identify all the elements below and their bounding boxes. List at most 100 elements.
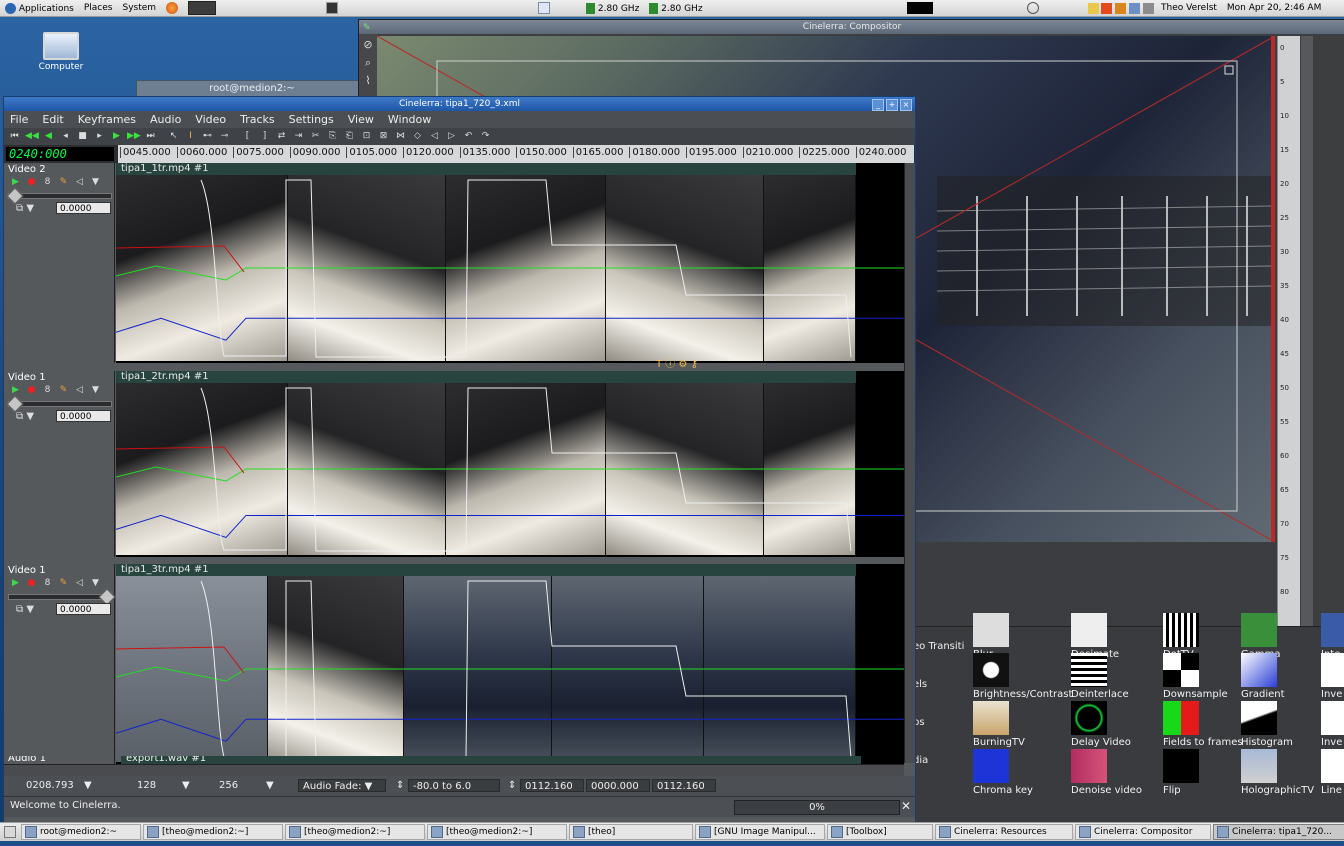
curve-range-stepper-icon[interactable]: ⇕ [396,779,404,793]
play-icon[interactable]: ▶ [110,130,123,143]
fast-forward-icon[interactable]: ▶▶ [127,130,141,143]
fade-slider-knob[interactable] [6,395,24,413]
places-menu[interactable]: Places [79,3,118,13]
minimize-button[interactable]: _ [872,99,884,111]
expand-icon[interactable]: ◁ [73,578,86,589]
track-name[interactable]: Video 2 [8,164,46,175]
compositor-scrollbar[interactable] [1301,36,1313,626]
zoom-icon[interactable]: ⌕ [361,56,375,70]
taskbar-button[interactable]: Cinelerra: tipa1_720... [1213,824,1344,840]
next-label-icon[interactable]: ▷ [445,130,458,143]
reverse-play-icon[interactable]: ◀ [42,130,55,143]
overwrite-icon[interactable]: ⇥ [292,130,305,143]
overlay-mode-icon[interactable]: ⧉ ▼ [16,411,34,422]
applications-menu[interactable]: Applications [0,2,79,14]
effect-item[interactable]: Deinterlace [1071,653,1167,701]
cut-icon[interactable]: ✂ [309,130,322,143]
curve-type-select[interactable]: Audio Fade: ▼ [298,779,386,792]
sample-zoom-value[interactable]: 0208.793 [26,779,74,793]
redo-icon[interactable]: ↷ [479,130,492,143]
volume-icon[interactable] [1143,2,1155,14]
camera-x-curve[interactable] [116,466,904,482]
audio-track[interactable]: Audio 1 export1.wav #1 [4,756,904,764]
effect-item[interactable]: Denoise video [1071,749,1167,797]
label-icon[interactable]: ⊸ [218,130,231,143]
overlay-mode-icon[interactable]: ⧉ ▼ [16,604,34,615]
effect-item[interactable]: Inve [1321,653,1344,701]
play-track-icon[interactable]: ▶ [9,578,22,589]
update-star-icon[interactable] [1101,2,1113,14]
time-ruler[interactable]: 0045.000 0060.000 0075.000 0090.000 0105.000… [118,145,914,163]
compositor-zoom-ruler[interactable]: 0 5 10 15 20 25 30 35 40 45 50 55 60 65 70 75 80 [1277,36,1300,626]
key-icon[interactable]: ⚷ [691,359,698,370]
video-track[interactable]: tipa1_1tr.mp4 #1 [116,163,904,363]
menu-edit[interactable]: Edit [36,113,71,126]
fast-reverse-icon[interactable]: ◀◀ [25,130,39,143]
track-menu-icon[interactable]: ▼ [89,385,102,396]
draw-icon[interactable]: ✎ [57,385,70,396]
firefox-launcher[interactable] [161,2,183,14]
gang-icon[interactable]: 8 [41,385,54,396]
curve-range[interactable]: -80.0 to 6.0 [408,779,500,792]
undo-icon[interactable]: ↶ [462,130,475,143]
tracks-horizontal-scrollbar[interactable] [4,764,904,776]
projector-curve[interactable] [116,446,245,474]
prev-label-icon[interactable]: ◁ [428,130,441,143]
resources-window[interactable]: eo Transiti els ps dia BlurDecimateDotTV… [913,613,1344,823]
video-track[interactable]: tipa1_2tr.mp4 #1 [116,371,904,557]
cinelerra-main-window[interactable]: Cinelerra: tipa1_720_9.xml _ + × File Edi… [3,96,916,824]
edit-title[interactable]: tipa1_1tr.mp4 #1 [116,163,856,175]
track-zoom-value[interactable]: 256 [219,779,238,793]
taskbar-button[interactable]: [GNU Image Manipul... [695,824,825,840]
paste-keyframes-icon[interactable]: ⊡ [360,130,373,143]
frame-handle[interactable] [1224,65,1234,75]
edit-icon[interactable] [1087,2,1099,14]
fade-slider[interactable] [6,395,112,413]
mask-icon[interactable]: ⌇ [361,74,375,88]
camera-y-curve[interactable] [116,718,904,742]
settings-icon[interactable] [1115,2,1127,14]
menu-window[interactable]: Window [382,113,439,126]
selection-end[interactable]: 0112.160 [652,779,716,792]
audio-edit-title[interactable]: export1.wav #1 [121,756,861,764]
play-track-icon[interactable]: ▶ [9,177,22,188]
camera-y-curve[interactable] [116,317,904,341]
effect-item[interactable]: Brightness/Contrast [973,653,1072,701]
network-icon[interactable] [1129,2,1141,14]
sample-zoom-arrow-icon[interactable]: ▼ [84,779,92,793]
track-zoom-arrow-icon[interactable]: ▼ [266,779,274,793]
track-menu-icon[interactable]: ▼ [89,578,102,589]
effect-item[interactable]: Inve [1321,701,1344,749]
menu-settings[interactable]: Settings [283,113,342,126]
clear-keyframes-icon[interactable]: ⊠ [377,130,390,143]
arrow-tool-icon[interactable]: ↖ [167,130,180,143]
track-name[interactable]: Video 1 [8,372,46,383]
effect-item[interactable]: Chroma key [973,749,1069,797]
fade-slider-knob[interactable] [6,187,24,205]
video-track[interactable]: tipa1_3tr.mp4 #1 [116,564,904,764]
camera-x-curve[interactable] [116,666,904,682]
power-button[interactable] [1022,2,1044,14]
out-point-icon[interactable]: ] [258,130,271,143]
menu-audio[interactable]: Audio [144,113,189,126]
taskbar-button[interactable]: Cinelerra: Compositor [1075,824,1211,840]
frame-forward-icon[interactable]: ▸ [93,130,106,143]
taskbar-button[interactable]: Cinelerra: Resources [935,824,1073,840]
selection-stepper-icon[interactable]: ⇕ [508,779,516,793]
taskbar-button[interactable]: root@medion2:~ [21,824,141,840]
transition-icon[interactable]: ⋈ [394,130,407,143]
draw-icon[interactable]: ✎ [57,177,70,188]
camera-y-curve[interactable] [116,514,904,539]
expand-icon[interactable]: ◁ [73,177,86,188]
overlay-mode-icon[interactable]: ⧉ ▼ [16,203,34,214]
computer-desktop-icon[interactable]: Computer [36,32,86,72]
menu-view[interactable]: View [342,113,382,126]
taskbar-button[interactable]: [theo@medion2:~] [427,824,567,840]
automation-curves[interactable] [116,576,904,762]
menu-video[interactable]: Video [189,113,234,126]
in-point-icon[interactable]: [ [241,130,254,143]
resources-folder-video-transitions[interactable]: eo Transiti [913,641,964,652]
cancel-progress-icon[interactable]: ✕ [901,799,911,813]
expand-icon[interactable]: ◁ [73,385,86,396]
edit-title[interactable]: tipa1_3tr.mp4 #1 [116,564,856,576]
